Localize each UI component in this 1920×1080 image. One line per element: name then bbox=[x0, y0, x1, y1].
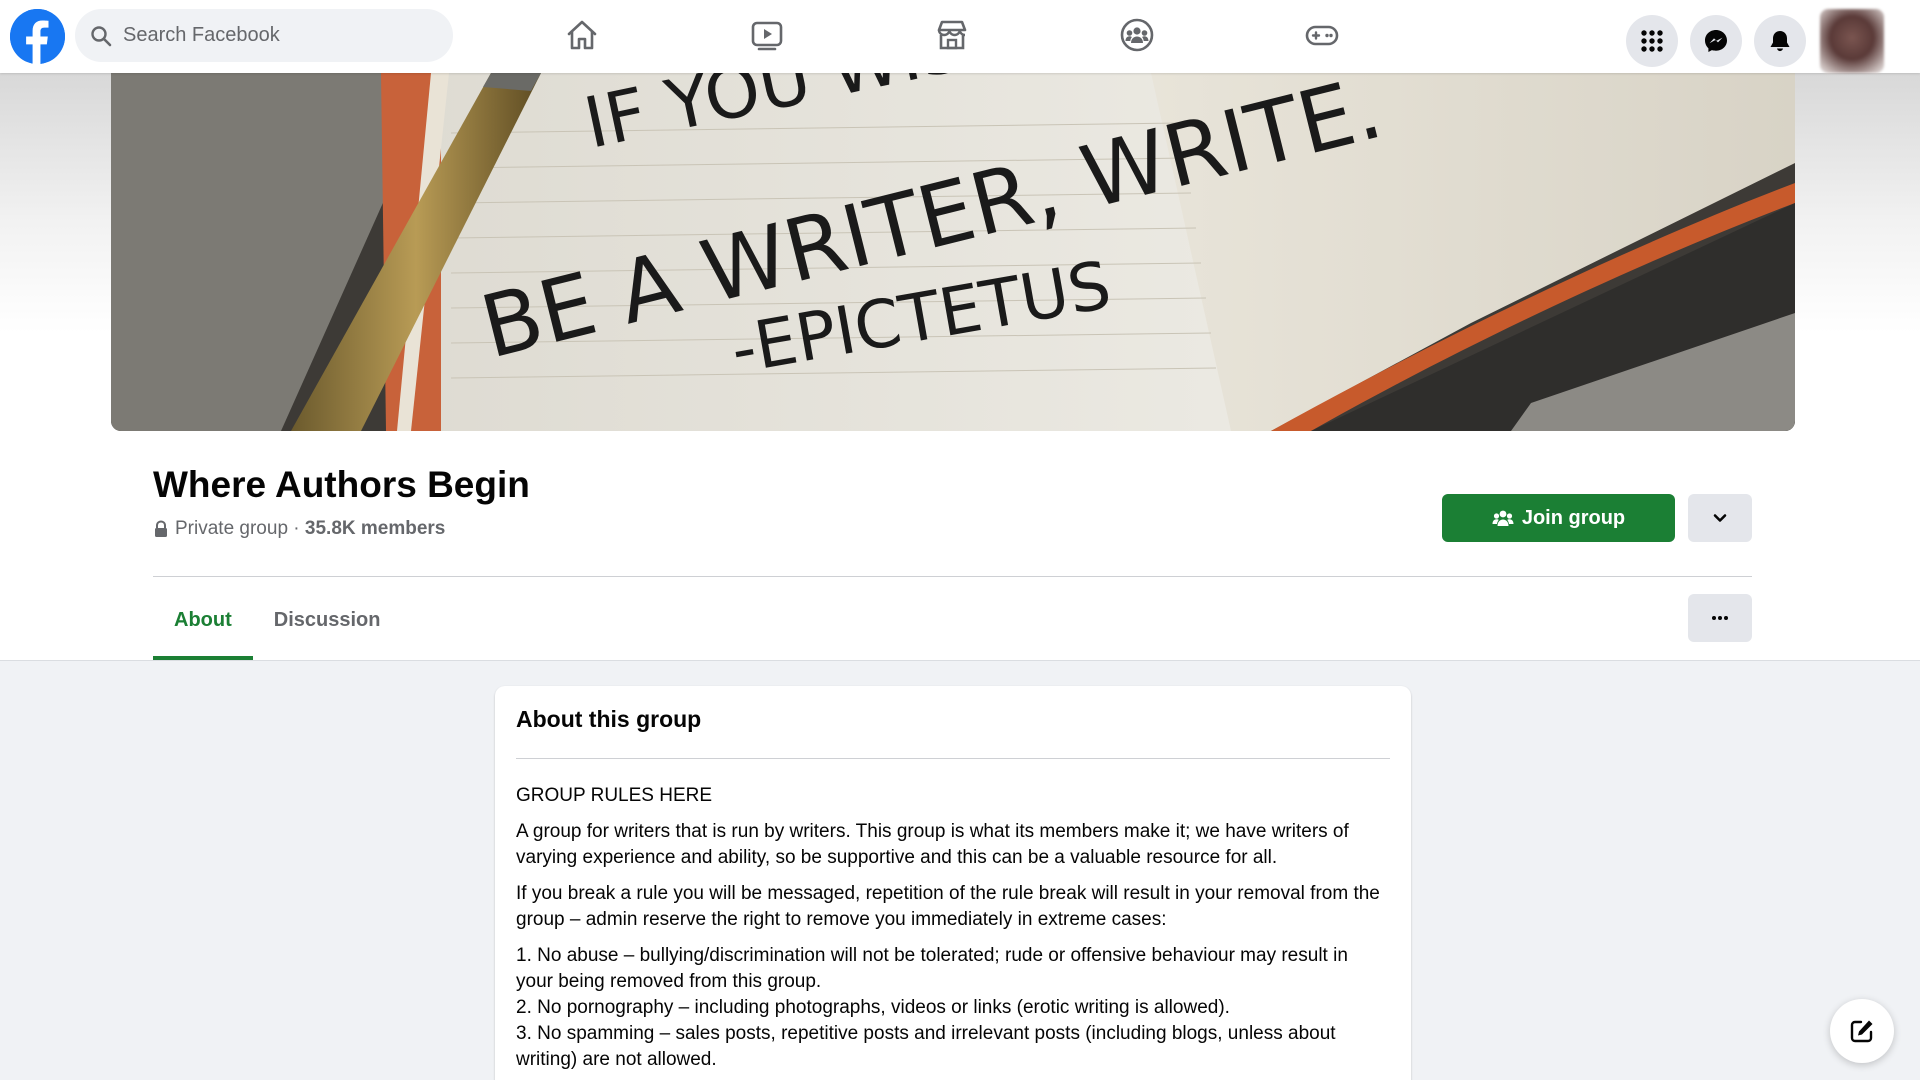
marketplace-icon bbox=[937, 20, 966, 50]
lock-icon bbox=[155, 520, 167, 537]
nav-gaming[interactable] bbox=[1229, 0, 1414, 70]
about-card-title: About this group bbox=[516, 706, 702, 732]
main-nav-tabs bbox=[489, 0, 1414, 70]
rules-list: 1. No abuse – bullying/discrimination wi… bbox=[516, 943, 1390, 1073]
tab-about[interactable]: About bbox=[153, 580, 253, 660]
about-card-divider bbox=[516, 758, 1390, 759]
notifications-bell-icon bbox=[1770, 31, 1790, 52]
notifications-button[interactable] bbox=[1754, 15, 1806, 67]
group-info: Private group · 35.8K members bbox=[153, 518, 445, 540]
messenger-button[interactable] bbox=[1690, 15, 1742, 67]
rule-item: 3. No spamming – sales posts, repetitive… bbox=[516, 1023, 1336, 1070]
compose-edit-icon bbox=[1850, 1020, 1873, 1043]
group-cover-photo[interactable]: IF YOU WISH TO BE A WRITER, WRITE. -EPIC… bbox=[111, 73, 1795, 431]
about-card-body: GROUP RULES HERE A group for writers tha… bbox=[516, 783, 1390, 1073]
group-tabs: About Discussion bbox=[153, 580, 401, 660]
groups-icon bbox=[1120, 18, 1153, 52]
messenger-icon bbox=[1705, 30, 1727, 52]
search-input[interactable] bbox=[123, 24, 433, 47]
join-group-button[interactable]: Join group bbox=[1442, 494, 1675, 542]
tab-discussion[interactable]: Discussion bbox=[253, 580, 402, 660]
new-message-button[interactable] bbox=[1830, 999, 1894, 1063]
about-paragraph: A group for writers that is run by write… bbox=[516, 821, 1349, 868]
account-avatar[interactable] bbox=[1820, 9, 1884, 73]
group-privacy: Private group bbox=[175, 518, 289, 539]
nav-watch[interactable] bbox=[674, 0, 859, 70]
group-name[interactable]: Where Authors Begin bbox=[153, 464, 530, 506]
about-group-card: About this group GROUP RULES HERE A grou… bbox=[495, 686, 1411, 1080]
menu-grid-icon bbox=[1641, 30, 1663, 52]
nav-marketplace[interactable] bbox=[859, 0, 1044, 70]
nav-groups[interactable] bbox=[1044, 0, 1229, 70]
watch-icon bbox=[751, 21, 782, 51]
member-count[interactable]: 35.8K members bbox=[305, 518, 445, 540]
facebook-logo-icon[interactable] bbox=[10, 9, 65, 64]
search-icon bbox=[91, 25, 112, 46]
meta-separator: · bbox=[288, 518, 305, 539]
rule-item: 1. No abuse – bullying/discrimination wi… bbox=[516, 945, 1348, 992]
about-paragraph: If you break a rule you will be messaged… bbox=[516, 883, 1380, 930]
menu-button[interactable] bbox=[1626, 15, 1678, 67]
group-options-dropdown-button[interactable] bbox=[1688, 494, 1752, 542]
more-options-button[interactable] bbox=[1688, 594, 1752, 642]
top-navigation-bar bbox=[0, 0, 1920, 73]
home-icon bbox=[567, 20, 596, 50]
join-group-icon bbox=[1492, 510, 1514, 526]
search-bar[interactable] bbox=[75, 9, 453, 62]
header-bottom-border bbox=[0, 660, 1920, 661]
nav-home[interactable] bbox=[489, 0, 674, 70]
join-group-label: Join group bbox=[1521, 506, 1626, 529]
about-paragraph: GROUP RULES HERE bbox=[516, 785, 713, 806]
account-controls bbox=[1626, 9, 1884, 73]
header-divider bbox=[153, 576, 1752, 577]
gaming-icon bbox=[1305, 25, 1338, 46]
chevron-down-icon bbox=[1713, 514, 1727, 522]
rule-item: 2. No pornography – including photograph… bbox=[516, 997, 1230, 1018]
more-dots-icon bbox=[1712, 616, 1728, 620]
